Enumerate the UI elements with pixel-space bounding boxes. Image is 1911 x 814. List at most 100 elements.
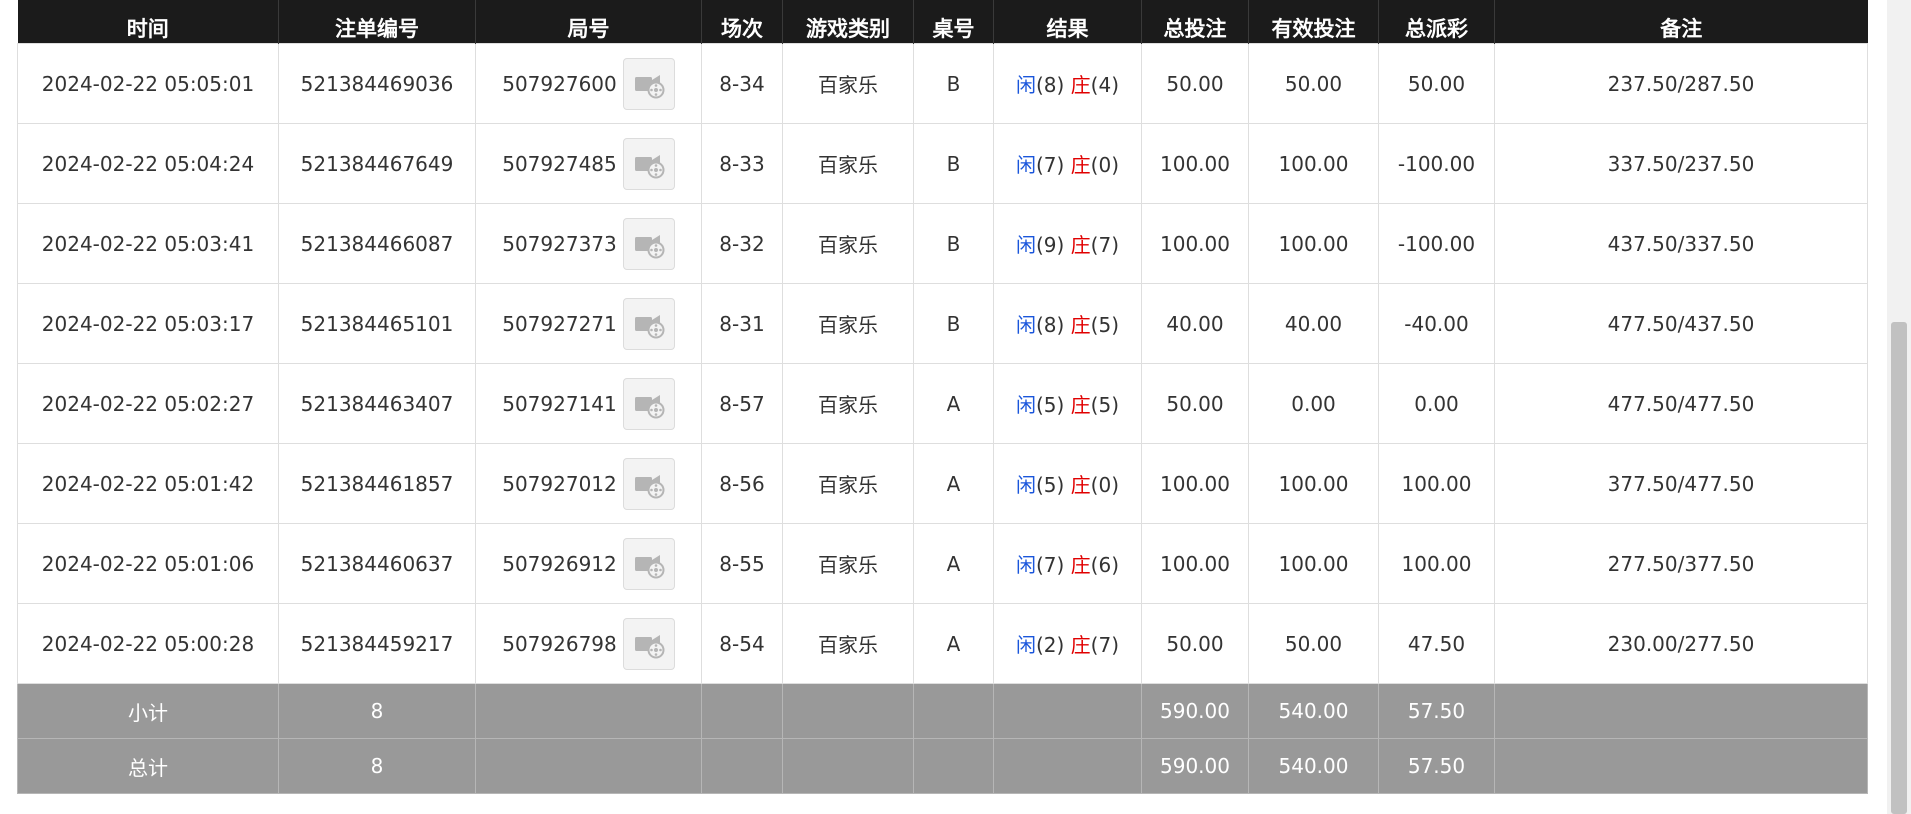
result-banker-label: 庄 [1070,153,1091,177]
cell-game: 百家乐 [782,203,914,284]
cell-bet-id: 521384460637 [278,523,476,604]
result-banker-label: 庄 [1070,313,1091,337]
result-player-label: 闲 [1015,633,1036,657]
table-row: 2024-02-22 05:03:17 521384465101 5079272… [17,283,1868,364]
cell-remark: 477.50/437.50 [1494,283,1868,364]
col-header-result: 结果 [993,0,1142,44]
cell-total-bet: 100.00 [1141,123,1249,204]
subtotal-count: 8 [278,683,476,739]
video-replay-icon[interactable] [622,297,675,350]
cell-round: 507927600 [475,43,702,124]
result-player-score: (5) [1035,393,1065,417]
cell-result: 闲(7) 庄(0) [993,123,1142,204]
result-player-score: (7) [1035,153,1065,177]
cell-remark: 377.50/477.50 [1494,443,1868,524]
cell-game: 百家乐 [782,443,914,524]
video-replay-icon[interactable] [622,217,675,270]
cell-session: 8-31 [701,283,783,364]
cell-bet-id: 521384459217 [278,603,476,684]
result-player-label: 闲 [1015,73,1036,97]
result-banker-score: (5) [1090,313,1120,337]
round-number: 507926798 [502,631,617,656]
cell-total-bet: 50.00 [1141,43,1249,124]
cell-table: A [913,603,994,684]
cell-result: 闲(8) 庄(5) [993,283,1142,364]
result-player-label: 闲 [1015,313,1036,337]
cell-valid-bet: 100.00 [1248,523,1379,604]
cell-total-bet: 40.00 [1141,283,1249,364]
cell-valid-bet: 50.00 [1248,603,1379,684]
subtotal-valid-bet: 540.00 [1248,683,1379,739]
table-row: 2024-02-22 05:00:28 521384459217 5079267… [17,603,1868,684]
cell-bet-id: 521384467649 [278,123,476,204]
result-banker-score: (7) [1090,233,1120,257]
result-player-score: (2) [1035,633,1065,657]
cell-total-bet: 100.00 [1141,203,1249,284]
result-player-score: (5) [1035,473,1065,497]
result-player-label: 闲 [1015,553,1036,577]
bet-records-table-container: 时间 注单编号 局号 场次 游戏类别 桌号 结果 总投注 有效投注 总派彩 备注… [17,0,1868,794]
grand-total-valid-bet: 540.00 [1248,738,1379,794]
cell-round: 507927012 [475,443,702,524]
cell-session: 8-32 [701,203,783,284]
round-number: 507926912 [502,551,617,576]
result-player-score: (8) [1035,73,1065,97]
round-number: 507927485 [502,151,617,176]
cell-payout: 100.00 [1378,443,1495,524]
scrollbar-thumb[interactable] [1891,322,1907,814]
cell-table: A [913,443,994,524]
grand-total-row: 总计 8 590.00 540.00 57.50 [17,738,1868,794]
result-banker-score: (6) [1090,553,1120,577]
cell-time: 2024-02-22 05:00:28 [17,603,279,684]
cell-valid-bet: 50.00 [1248,43,1379,124]
result-player-score: (8) [1035,313,1065,337]
video-replay-icon[interactable] [622,57,675,110]
cell-bet-id: 521384466087 [278,203,476,284]
video-replay-icon[interactable] [622,137,675,190]
cell-remark: 277.50/377.50 [1494,523,1868,604]
cell-payout: 47.50 [1378,603,1495,684]
cell-total-bet: 100.00 [1141,443,1249,524]
cell-result: 闲(5) 庄(5) [993,363,1142,444]
cell-round: 507927485 [475,123,702,204]
video-replay-icon[interactable] [622,537,675,590]
table-row: 2024-02-22 05:01:06 521384460637 5079269… [17,523,1868,604]
result-banker-label: 庄 [1070,393,1091,417]
col-header-time: 时间 [17,0,279,44]
cell-round: 507927271 [475,283,702,364]
cell-game: 百家乐 [782,603,914,684]
result-banker-score: (0) [1090,473,1120,497]
video-replay-icon[interactable] [622,457,675,510]
col-header-table: 桌号 [913,0,994,44]
col-header-total-bet: 总投注 [1141,0,1249,44]
col-header-remark: 备注 [1494,0,1868,44]
cell-valid-bet: 100.00 [1248,443,1379,524]
cell-table: A [913,523,994,604]
cell-game: 百家乐 [782,43,914,124]
col-header-payout: 总派彩 [1378,0,1495,44]
video-replay-icon[interactable] [622,377,675,430]
cell-session: 8-56 [701,443,783,524]
cell-table: B [913,123,994,204]
subtotal-total-bet: 590.00 [1141,683,1249,739]
result-player-label: 闲 [1015,233,1036,257]
cell-table: A [913,363,994,444]
cell-time: 2024-02-22 05:03:41 [17,203,279,284]
round-number: 507927141 [502,391,617,416]
cell-remark: 437.50/337.50 [1494,203,1868,284]
result-banker-score: (4) [1090,73,1120,97]
cell-total-bet: 50.00 [1141,603,1249,684]
col-header-game: 游戏类别 [782,0,914,44]
result-player-label: 闲 [1015,393,1036,417]
video-replay-icon[interactable] [622,617,675,670]
cell-game: 百家乐 [782,363,914,444]
cell-time: 2024-02-22 05:03:17 [17,283,279,364]
cell-game: 百家乐 [782,523,914,604]
result-player-score: (9) [1035,233,1065,257]
vertical-scrollbar[interactable] [1887,0,1911,814]
cell-table: B [913,203,994,284]
result-banker-label: 庄 [1070,233,1091,257]
subtotal-label: 小计 [17,683,279,739]
col-header-session: 场次 [701,0,783,44]
cell-table: B [913,283,994,364]
